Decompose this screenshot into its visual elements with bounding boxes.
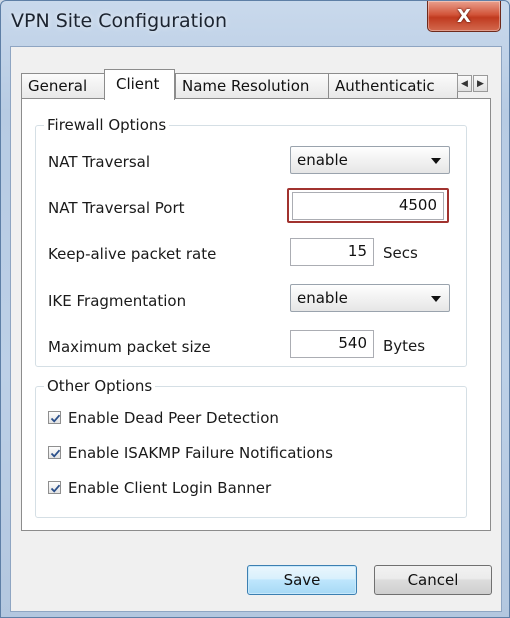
nat-traversal-port-input[interactable]: 4500 [292,192,444,220]
checkbox-label: Enable ISAKMP Failure Notifications [68,444,333,462]
tab-client[interactable]: Client [104,69,175,100]
nat-traversal-select[interactable]: enable [290,146,450,174]
tab-strip: General Client Name Resolution Authentic… [21,69,491,100]
checkbox-label: Enable Client Login Banner [68,479,272,497]
keepalive-unit: Secs [383,244,418,262]
other-options-group: Other Options Enable Dead Peer Detection [35,377,467,518]
group-title: Other Options [44,377,156,395]
checkbox-label: Enable Dead Peer Detection [68,409,279,427]
tab-label: Name Resolution [182,77,310,95]
tab-label: Authenticatic [335,77,435,95]
close-button[interactable]: X [427,1,501,32]
keepalive-input[interactable]: 15 [290,238,374,266]
window-title: VPN Site Configuration [11,10,228,32]
checkmark-icon [50,449,61,458]
triangle-right-icon: ▶ [477,78,484,89]
checkmark-icon [50,484,61,493]
cancel-button[interactable]: Cancel [374,565,492,595]
close-icon: X [457,5,471,27]
firewall-options-group: Firewall Options NAT Traversal enable NA… [35,116,467,367]
keepalive-label: Keep-alive packet rate [48,245,217,263]
tab-label: General [28,77,88,95]
max-packet-size-label: Maximum packet size [48,338,211,356]
nat-traversal-port-label: NAT Traversal Port [48,199,185,217]
max-packet-size-input[interactable]: 540 [290,330,374,358]
select-value: enable [297,289,348,307]
checkbox[interactable] [48,446,61,459]
triangle-left-icon: ◀ [461,78,468,89]
tab-scroll-right-button[interactable]: ▶ [473,75,488,92]
tab-label: Client [116,75,160,93]
save-button[interactable]: Save [247,565,357,595]
tab-scroll-left-button[interactable]: ◀ [457,75,472,92]
group-title: Firewall Options [44,116,170,134]
checkbox[interactable] [48,481,61,494]
nat-traversal-label: NAT Traversal [48,153,151,171]
client-tab-panel: Firewall Options NAT Traversal enable NA… [21,98,491,531]
tab-name-resolution[interactable]: Name Resolution [175,73,329,98]
tab-authentication[interactable]: Authenticatic [328,73,458,98]
title-bar[interactable]: VPN Site Configuration X [1,1,509,45]
tab-general[interactable]: General [21,73,106,98]
chevron-down-icon [431,158,441,164]
checkbox[interactable] [48,411,61,424]
checkmark-icon [50,414,61,423]
dialog-window: VPN Site Configuration X General Client … [0,0,510,618]
dialog-body: General Client Name Resolution Authentic… [10,46,502,612]
chevron-down-icon [431,296,441,302]
ike-fragmentation-label: IKE Fragmentation [48,292,187,310]
select-value: enable [297,151,348,169]
ike-fragmentation-select[interactable]: enable [290,284,450,312]
max-packet-size-unit: Bytes [383,337,426,355]
